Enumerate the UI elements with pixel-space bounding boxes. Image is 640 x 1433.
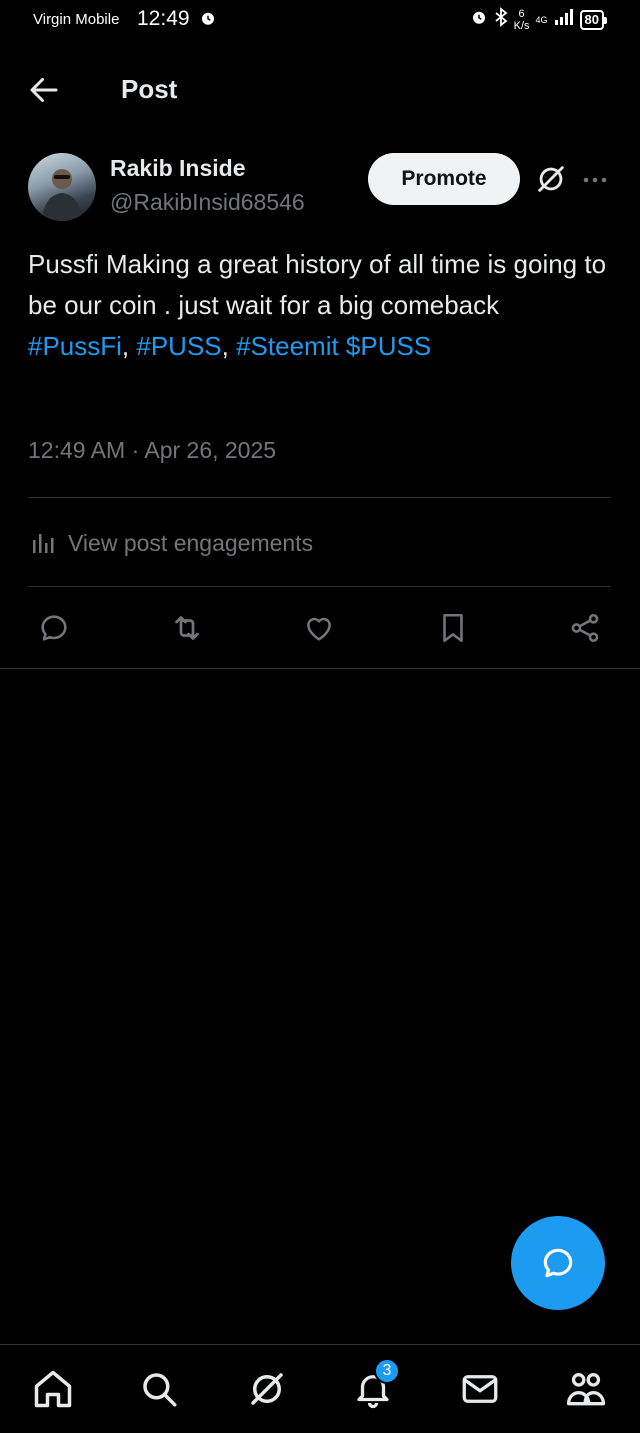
bluetooth-icon (494, 7, 508, 32)
reply-icon (41, 615, 67, 641)
share-button[interactable] (563, 606, 607, 650)
view-engagements-link[interactable]: View post engagements (30, 520, 313, 566)
analytics-icon (33, 534, 54, 553)
repost-icon (175, 616, 199, 640)
status-icons: 6 K/s 4G 80 (470, 7, 608, 32)
page-title: Post (121, 74, 178, 104)
hashtag-link[interactable]: #Steemit $PUSS (236, 331, 431, 361)
engagements-label: View post engagements (68, 529, 314, 556)
hashtag-separator: , (121, 331, 137, 361)
share-icon (571, 613, 599, 643)
post-text: Pussfi Making a great history of all tim… (28, 244, 608, 367)
speed-unit: K/s (513, 19, 530, 32)
communities-icon (566, 1373, 606, 1406)
reply-icon (543, 1248, 573, 1278)
divider (28, 497, 611, 498)
hashtag-separator: , (221, 331, 237, 361)
battery-indicator: 80 (579, 9, 608, 30)
divider (0, 668, 640, 669)
avatar[interactable] (28, 153, 96, 221)
promote-button[interactable]: Promote (368, 153, 520, 205)
nav-home[interactable] (29, 1365, 77, 1413)
notification-badge: 3 (374, 1358, 400, 1384)
compose-reply-button[interactable] (511, 1216, 605, 1310)
status-time: 12:49 (137, 7, 190, 30)
post-header: Post (0, 60, 640, 118)
mail-icon (462, 1375, 498, 1403)
post-body: Pussfi Making a great history of all tim… (28, 249, 607, 320)
status-bar: Virgin Mobile 12:49 6 K/s 4G 80 (0, 0, 640, 40)
signal-icon (554, 9, 574, 30)
home-icon (34, 1370, 72, 1408)
search-icon (143, 1373, 177, 1407)
heart-icon (307, 617, 331, 641)
bottom-nav (0, 1344, 640, 1433)
grok-button[interactable] (534, 162, 568, 196)
bookmark-button[interactable] (431, 606, 475, 650)
alarm-icon (470, 8, 488, 31)
hashtag-link[interactable]: #PUSS (136, 331, 221, 361)
nav-communities[interactable] (562, 1365, 610, 1413)
more-horizontal-icon (583, 177, 607, 183)
more-options-button[interactable] (580, 165, 610, 195)
back-button[interactable] (26, 72, 62, 108)
network-speed: 6 K/s (514, 8, 530, 32)
speed-value: 6 (518, 7, 525, 20)
nav-search[interactable] (135, 1365, 183, 1413)
nav-messages[interactable] (456, 1365, 504, 1413)
post-actions-bar (0, 606, 640, 652)
author-handle[interactable]: @RakibInsid68546 (110, 189, 305, 216)
grok-icon (251, 1373, 283, 1405)
network-type: 4G (535, 14, 548, 25)
author-name[interactable]: Rakib Inside (110, 155, 245, 182)
post-timestamp[interactable]: 12:49 AM · Apr 26, 2025 (28, 437, 276, 464)
hashtag-link[interactable]: #PussFi (28, 331, 122, 361)
divider (28, 586, 611, 587)
bookmark-icon (443, 613, 463, 643)
like-button[interactable] (297, 606, 341, 650)
reply-button[interactable] (32, 606, 76, 650)
arrow-left-icon (30, 78, 58, 102)
repost-button[interactable] (165, 606, 209, 650)
alarm-icon (199, 9, 217, 32)
nav-grok[interactable] (243, 1365, 291, 1413)
grok-icon (538, 166, 564, 192)
carrier-name: Virgin Mobile (33, 11, 120, 28)
